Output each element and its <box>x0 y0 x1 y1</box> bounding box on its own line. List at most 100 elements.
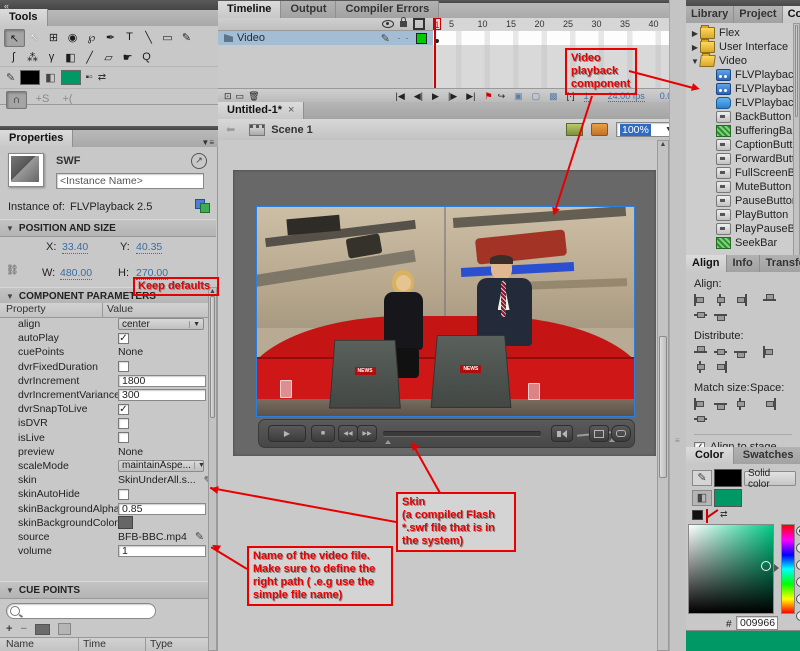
subselection-tool-icon[interactable]: ↖ <box>25 29 44 45</box>
align-icon-h3[interactable] <box>763 398 776 410</box>
color-fill-swatch[interactable] <box>714 489 742 507</box>
component-item-user-interface[interactable]: ▶User Interface <box>686 40 800 54</box>
tab-properties[interactable]: Properties <box>0 130 73 147</box>
swap-symbol-icon[interactable]: ↗ <box>191 153 207 169</box>
default-stroke-fill-icon[interactable] <box>692 510 703 520</box>
color-picker-area[interactable] <box>688 524 774 614</box>
component-item-playpausebutton[interactable]: PlayPauseButton <box>686 222 800 236</box>
align-icon-v3[interactable] <box>734 346 747 358</box>
color-mode-radio[interactable] <box>796 526 800 536</box>
properties-scrollbar[interactable]: ▲ <box>208 287 217 651</box>
align-icon-v2[interactable] <box>694 309 707 321</box>
cue-search-input[interactable] <box>6 603 156 619</box>
param-color-swatch-skinBackgroundColor[interactable] <box>118 516 133 529</box>
bone-tool-icon[interactable]: γ <box>42 49 61 65</box>
component-item-playbutton[interactable]: PlayButton <box>686 208 800 222</box>
tab-info[interactable]: Info <box>727 255 760 272</box>
component-item-flvplaybackcaptioning[interactable]: FLVPlaybackCaptioning <box>686 96 800 110</box>
param-checkbox-autoPlay[interactable]: ✓ <box>118 333 129 344</box>
color-mode-radio[interactable] <box>796 543 800 553</box>
pencil-tool-icon[interactable]: ✎ <box>177 29 196 45</box>
section-cue-points[interactable]: ▼CUE POINTS <box>0 581 216 599</box>
tab-output[interactable]: Output <box>281 1 336 18</box>
param-input-dvrIncrement[interactable]: 1800 <box>118 375 206 387</box>
player-play-button[interactable]: ▶ <box>268 425 306 442</box>
color-stroke-swatch[interactable] <box>714 469 742 487</box>
onion-skin-icon[interactable]: ▣ <box>514 91 523 102</box>
zoom-tool-icon[interactable]: Q <box>137 49 156 65</box>
dock-grip-icon[interactable]: ≡ <box>675 436 680 445</box>
line-tool-icon[interactable]: ╲ <box>139 29 158 45</box>
scroll-up-arrow-icon[interactable]: ▲ <box>658 141 668 148</box>
align-icon-h3[interactable] <box>714 361 727 373</box>
marker-icon[interactable]: ⚑︎ <box>484 91 492 102</box>
layer-name[interactable]: Video <box>237 32 265 44</box>
spray-brush-tool-icon[interactable]: ⁂ <box>23 49 42 65</box>
player-seek-back-button[interactable]: ◀◀ <box>338 425 358 442</box>
stroke-color-swatch[interactable] <box>20 70 40 85</box>
layer-frames[interactable] <box>433 31 686 46</box>
component-item-pausebutton[interactable]: PauseButton <box>686 194 800 208</box>
align-icon-h3[interactable] <box>734 294 747 306</box>
tab-transform[interactable]: Transform <box>760 255 800 272</box>
stroke-pencil-icon-2[interactable]: ✎ <box>692 470 712 486</box>
step-back-button[interactable]: ◀| <box>414 91 423 102</box>
param-checkbox-dvrSnapToLive[interactable]: ✓ <box>118 404 129 415</box>
close-document-icon[interactable]: × <box>288 104 294 116</box>
x-value[interactable]: 33.40 <box>62 241 88 254</box>
layer-outline-color-swatch[interactable] <box>416 33 427 44</box>
color-mode-radios[interactable] <box>796 526 800 621</box>
zoom-dropdown[interactable]: 100% ▼ <box>616 122 676 137</box>
player-skin-bar[interactable]: ▶ ■ ◀◀ ▶▶ <box>258 419 635 448</box>
panel-menu-icon[interactable]: ▼≡ <box>201 138 214 147</box>
edit-symbols-icon[interactable] <box>591 123 608 136</box>
instance-name-input[interactable]: <Instance Name> <box>56 173 204 189</box>
player-stop-button[interactable]: ■ <box>311 425 335 442</box>
stage-vertical-scrollbar[interactable]: ▲ <box>657 140 669 651</box>
color-type-dropdown[interactable]: Solid color <box>744 471 796 486</box>
align-icon-h1[interactable] <box>694 398 707 410</box>
properties-scroll-thumb[interactable] <box>210 296 215 418</box>
hand-tool-icon[interactable]: ☛ <box>118 49 137 65</box>
component-item-seekbar[interactable]: SeekBar <box>686 236 800 250</box>
tab-components[interactable]: Components <box>783 6 800 23</box>
pen-tool-icon[interactable]: ✒ <box>101 29 120 45</box>
tree-twist-icon[interactable]: ▶ <box>690 29 700 38</box>
new-folder-button[interactable]: ▭ <box>236 91 245 102</box>
go-first-frame-button[interactable]: |◀ <box>396 91 405 102</box>
param-checkbox-dvrFixedDuration[interactable] <box>118 361 129 372</box>
edit-pencil-icon[interactable]: ✎ <box>195 530 204 543</box>
back-arrow-icon[interactable]: ⬅ <box>226 123 235 136</box>
param-input-volume[interactable]: 1 <box>118 545 206 557</box>
tab-compiler-errors[interactable]: Compiler Errors <box>336 1 439 18</box>
player-mute-button[interactable] <box>551 425 573 442</box>
free-transform-tool-icon[interactable]: ⊞ <box>44 29 63 45</box>
param-input-dvrIncrementVariance[interactable]: 300 <box>118 389 206 401</box>
player-caption-button[interactable] <box>611 425 631 442</box>
stage-scroll-thumb[interactable] <box>659 336 667 478</box>
component-item-forwardbutton[interactable]: ForwardButton <box>686 152 800 166</box>
component-item-mutebutton[interactable]: MuteButton <box>686 180 800 194</box>
component-item-video[interactable]: ▼Video <box>686 54 800 68</box>
component-item-backbutton[interactable]: BackButton <box>686 110 800 124</box>
edit-multiple-frames-icon[interactable]: ▩ <box>549 91 558 102</box>
brush-tool-icon[interactable]: ʃ <box>4 49 23 65</box>
align-icon-v2[interactable] <box>714 346 727 358</box>
loop-icon[interactable]: ↪ <box>498 91 506 102</box>
scene-breadcrumb[interactable]: Scene 1 <box>271 124 313 136</box>
no-color-icon[interactable] <box>706 509 708 523</box>
rotate-3d-tool-icon[interactable]: ◉ <box>63 29 82 45</box>
delete-layer-button[interactable]: 🗑︎ <box>248 91 259 102</box>
component-item-bufferingbar[interactable]: BufferingBar <box>686 124 800 138</box>
align-icon-v3[interactable] <box>714 398 727 410</box>
tab-timeline[interactable]: Timeline <box>218 1 281 18</box>
tab-tools[interactable]: Tools <box>0 9 48 26</box>
color-mode-radio[interactable] <box>796 611 800 621</box>
smooth-option-icon[interactable]: +S <box>33 91 52 107</box>
component-item-fullscreenbutton[interactable]: FullScreenButton <box>686 166 800 180</box>
tab-project[interactable]: Project <box>734 6 782 23</box>
lock-column-icon[interactable] <box>400 21 407 27</box>
flvplayback-video-instance[interactable]: NEWS NEWS <box>256 206 635 417</box>
hex-input[interactable]: 009966 <box>736 616 778 630</box>
rectangle-tool-icon[interactable]: ▭ <box>158 29 177 45</box>
